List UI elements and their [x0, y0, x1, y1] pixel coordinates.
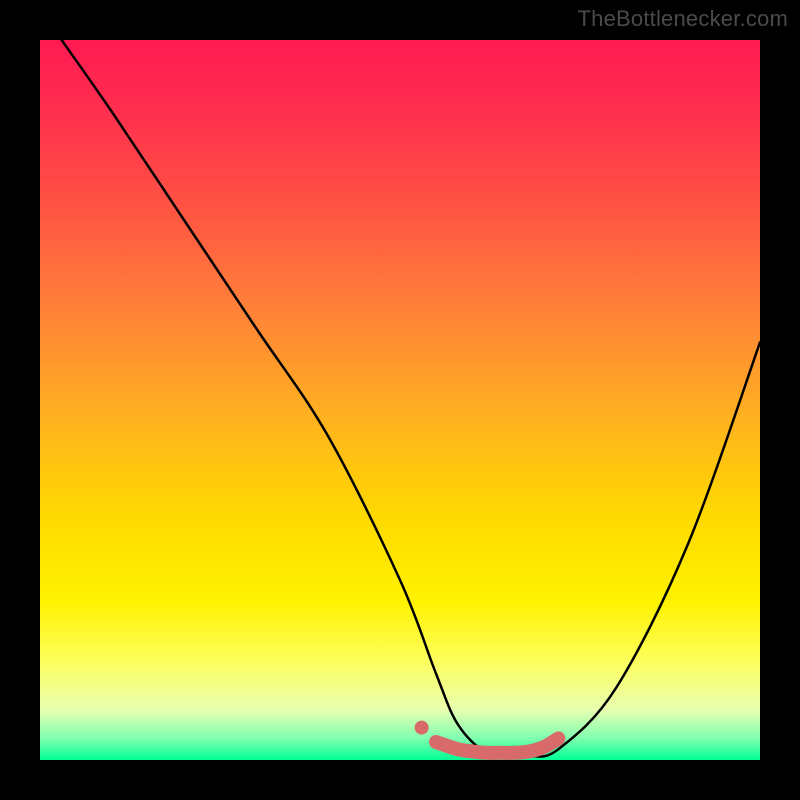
chart-plot-area: [40, 40, 760, 760]
highlight-band: [415, 721, 559, 753]
highlight-band-path: [436, 738, 558, 752]
attribution-text: TheBottlenecker.com: [578, 6, 788, 32]
highlight-dot: [415, 721, 429, 735]
chart-svg: [40, 40, 760, 760]
bottleneck-curve-path: [62, 40, 760, 757]
